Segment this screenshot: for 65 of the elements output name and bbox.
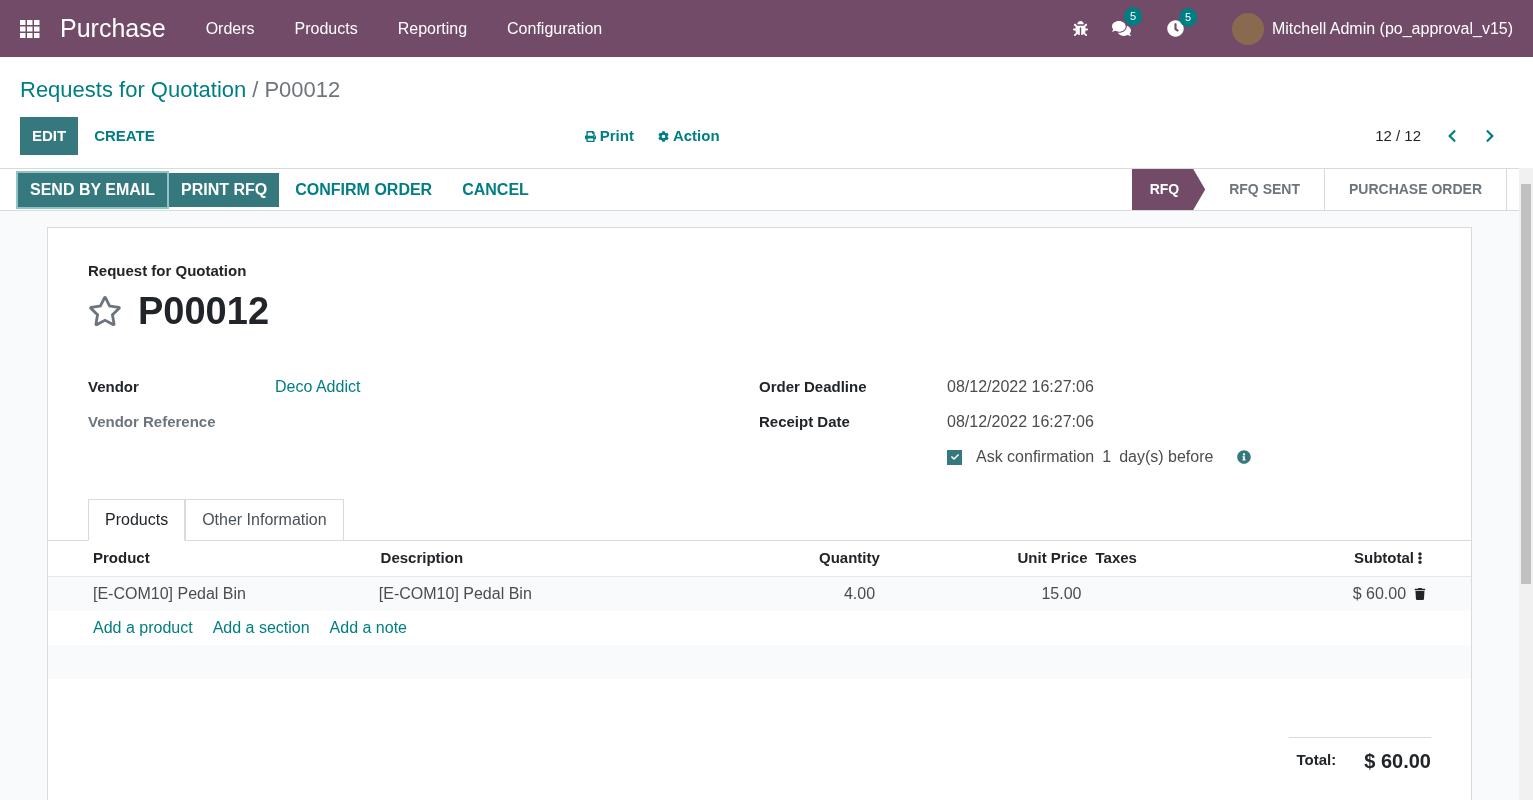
field-label: Vendor Reference (88, 411, 217, 432)
total-value: $ 60.00 (1364, 748, 1431, 774)
app-name[interactable]: Purchase (60, 9, 166, 48)
field-value: 08/12/2022 16:27:06 (947, 412, 1094, 432)
table-cell-text: 4.00 (842, 583, 876, 604)
header-button[interactable]: PRINT RFQ (169, 172, 280, 207)
column-header[interactable]: Description (380, 546, 671, 570)
bug-icon[interactable] (1073, 21, 1088, 36)
field-label: Receipt Date (759, 411, 851, 432)
table-cell-text: [E-COM10] Pedal Bin (378, 583, 533, 604)
column-header[interactable]: Product (93, 546, 381, 570)
field-label: Order Deadline (759, 376, 868, 397)
column-header[interactable]: Quantity (670, 546, 880, 570)
status-step[interactable]: RFQ (1131, 169, 1206, 210)
days-suffix: day(s) before (1119, 447, 1214, 467)
breadcrumb-link[interactable]: Requests for Quotation (20, 77, 247, 102)
add-line-link[interactable]: Add a product (93, 615, 193, 640)
table-cell-text: $ 60.00 (1351, 583, 1407, 604)
checkbox[interactable] (947, 449, 962, 465)
clock-icon[interactable] (1167, 20, 1184, 37)
total-label: Total: (1296, 750, 1337, 771)
star-icon[interactable] (88, 294, 122, 328)
menu-item[interactable]: Orders (205, 16, 255, 41)
add-line-link[interactable]: Add a section (212, 615, 310, 640)
menu-item[interactable]: Configuration (507, 16, 603, 41)
status-step[interactable]: RFQ SENT (1205, 169, 1325, 210)
vendor-link[interactable]: Deco Addict (275, 375, 361, 399)
column-header[interactable]: Subtotal (1182, 546, 1415, 570)
menu-item[interactable]: Reporting (397, 16, 468, 41)
add-line-link[interactable]: Add a note (329, 615, 407, 640)
column-header[interactable]: Taxes (1087, 546, 1183, 570)
activity-count-badge: 5 (1179, 8, 1198, 27)
header-button[interactable]: SEND BY EMAIL (18, 172, 168, 207)
print-button[interactable]: Print (584, 124, 634, 148)
pager-value[interactable]: 12 / 12 (1375, 124, 1421, 148)
action-button[interactable]: Action (657, 124, 720, 148)
gear-icon (657, 130, 669, 142)
breadcrumb-current: P00012 (264, 77, 341, 102)
edit-button[interactable]: EDIT (20, 117, 79, 155)
check-icon (950, 453, 959, 461)
header-button[interactable]: CONFIRM ORDER (281, 172, 447, 207)
days-value: 1 (1102, 447, 1112, 467)
column-header[interactable]: Unit Price (879, 546, 1088, 570)
record-name: P00012 (138, 288, 269, 334)
table-cell-text: [E-COM10] Pedal Bin (93, 583, 247, 604)
info-icon[interactable] (1237, 450, 1252, 464)
field-label: Vendor (88, 376, 140, 397)
field-value: 08/12/2022 16:27:06 (947, 377, 1094, 397)
delete-icon[interactable] (1414, 587, 1426, 600)
chat-icon[interactable] (1112, 19, 1131, 38)
status-step[interactable]: PURCHASE ORDER (1325, 169, 1507, 210)
notebook-tab[interactable]: Other Information (185, 498, 344, 541)
printer-icon (584, 130, 596, 142)
user-name[interactable]: Mitchell Admin (po_approval_v15) (1272, 16, 1513, 41)
notebook-tab[interactable]: Products (88, 498, 186, 541)
header-button[interactable]: CANCEL (448, 172, 543, 207)
menu-item[interactable]: Products (294, 16, 358, 41)
form-subtitle: Request for Quotation (88, 261, 248, 281)
checkbox-label: Ask confirmation (976, 447, 1095, 467)
apps-grid-icon[interactable] (20, 19, 40, 38)
scrollbar[interactable] (1519, 168, 1533, 800)
breadcrumb-separator: / (252, 77, 259, 102)
table-cell-text: 15.00 (1040, 583, 1082, 604)
create-button[interactable]: CREATE (82, 117, 167, 155)
message-count-badge: 5 (1124, 7, 1143, 26)
